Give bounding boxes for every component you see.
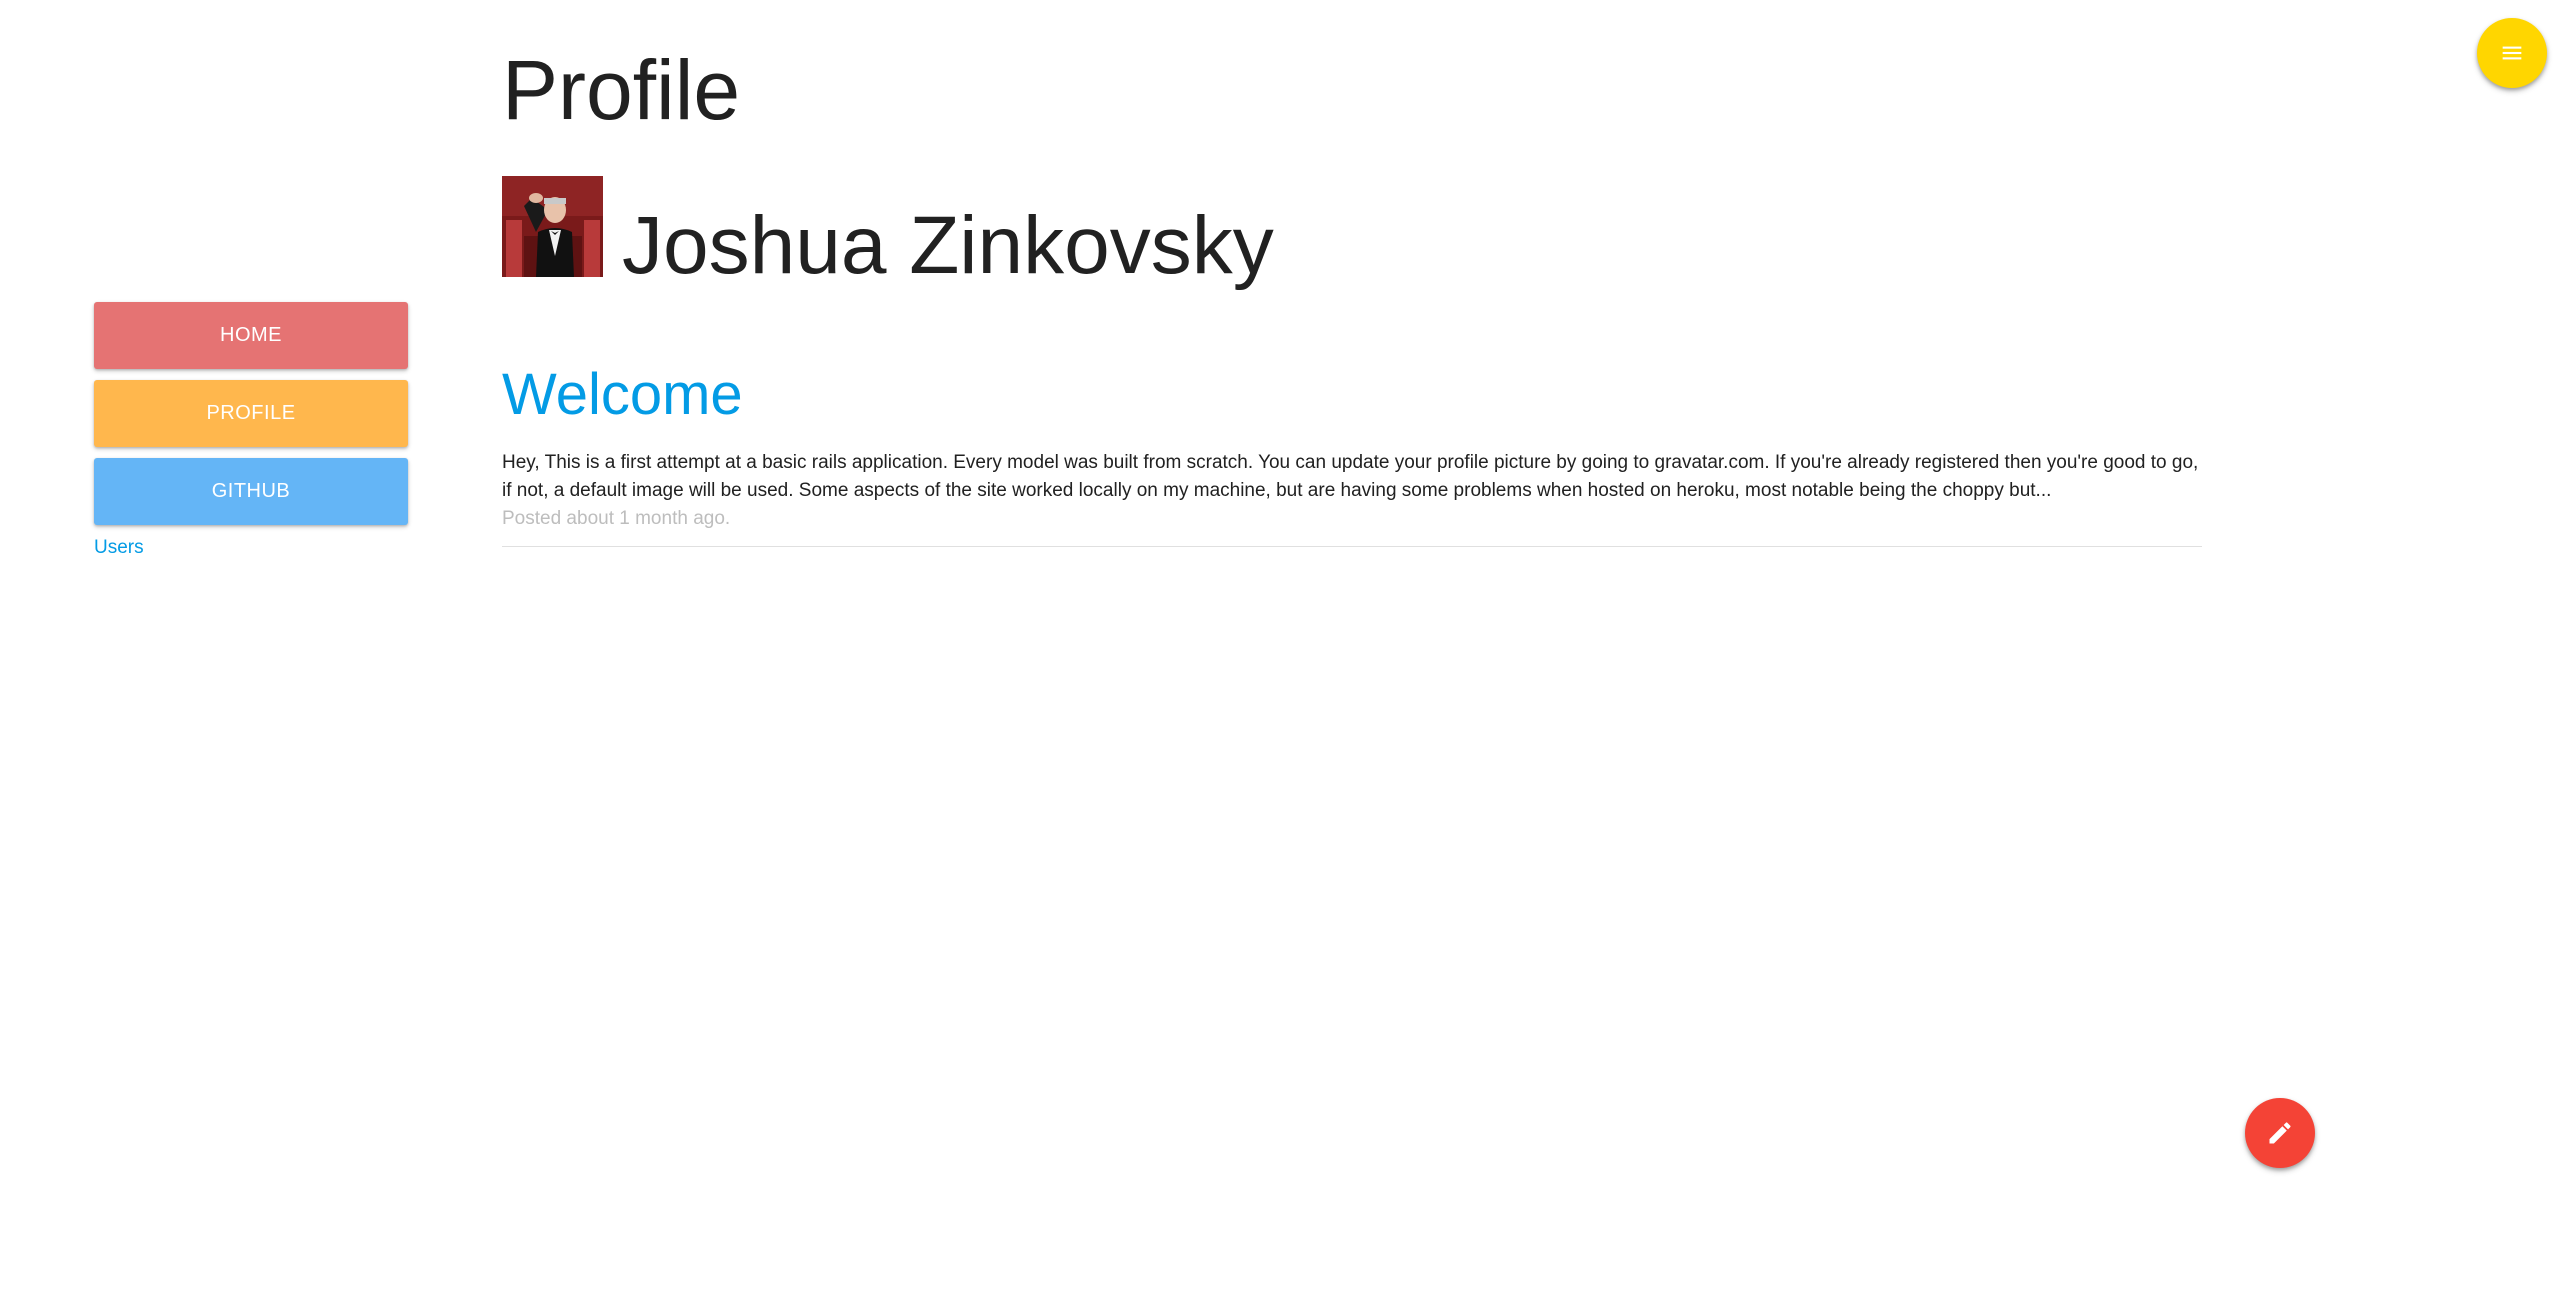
post-card: Welcome Hey, This is a first attempt at … — [502, 355, 2202, 547]
menu-fab-button[interactable] — [2477, 18, 2547, 88]
user-name: Joshua Zinkovsky — [622, 200, 1274, 291]
home-button[interactable]: HOME — [94, 302, 408, 369]
profile-button[interactable]: PROFILE — [94, 380, 408, 447]
post-title-link[interactable]: Welcome — [502, 355, 743, 435]
divider — [502, 546, 2202, 547]
pencil-icon — [2269, 1122, 2291, 1144]
sidebar-nav: HOME PROFILE GITHUB Users — [94, 302, 408, 559]
users-link[interactable]: Users — [94, 537, 144, 559]
post-timestamp: Posted about 1 month ago. — [502, 508, 731, 529]
post-body: Hey, This is a first attempt at a basic … — [502, 452, 2199, 501]
menu-icon — [2502, 46, 2522, 60]
edit-fab-button[interactable] — [2245, 1098, 2315, 1168]
page: HOME PROFILE GITHUB Users Profile Joshua… — [0, 0, 2560, 1308]
avatar — [502, 176, 603, 277]
github-button[interactable]: GITHUB — [94, 458, 408, 525]
page-title: Profile — [502, 43, 741, 137]
